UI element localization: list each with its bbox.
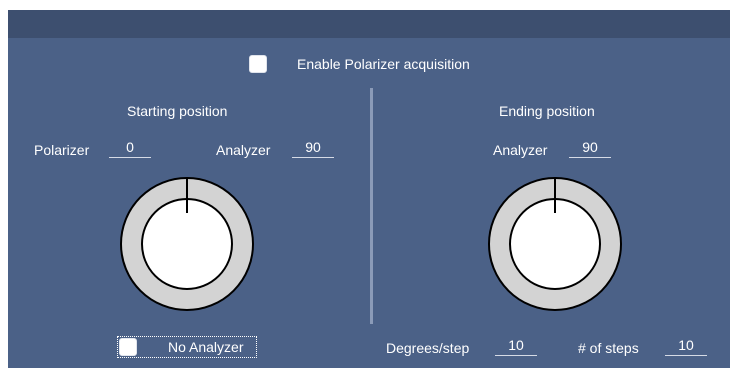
start-analyzer-input[interactable]: 90 — [292, 138, 334, 158]
end-analyzer-input[interactable]: 90 — [569, 138, 611, 158]
no-analyzer-label: No Analyzer — [168, 339, 244, 355]
enable-polarizer-checkbox[interactable] — [249, 55, 267, 73]
start-analyzer-label: Analyzer — [216, 142, 271, 158]
end-rotation-knob[interactable] — [487, 176, 623, 312]
ending-position-heading: Ending position — [499, 103, 595, 119]
section-divider — [370, 88, 373, 324]
num-steps-input[interactable]: 10 — [665, 336, 707, 356]
degrees-step-label: Degrees/step — [386, 340, 470, 356]
no-analyzer-checkbox[interactable] — [119, 338, 137, 356]
panel-header-bar — [8, 10, 730, 38]
start-rotation-knob[interactable] — [119, 176, 255, 312]
starting-position-heading: Starting position — [127, 103, 228, 119]
num-steps-label: # of steps — [578, 340, 639, 356]
start-polarizer-label: Polarizer — [34, 142, 90, 158]
start-polarizer-input[interactable]: 0 — [109, 138, 151, 158]
degrees-step-input[interactable]: 10 — [495, 336, 537, 356]
enable-polarizer-label: Enable Polarizer acquisition — [297, 56, 470, 72]
end-analyzer-label: Analyzer — [493, 142, 548, 158]
polarizer-panel: Enable Polarizer acquisition Starting po… — [8, 10, 730, 368]
